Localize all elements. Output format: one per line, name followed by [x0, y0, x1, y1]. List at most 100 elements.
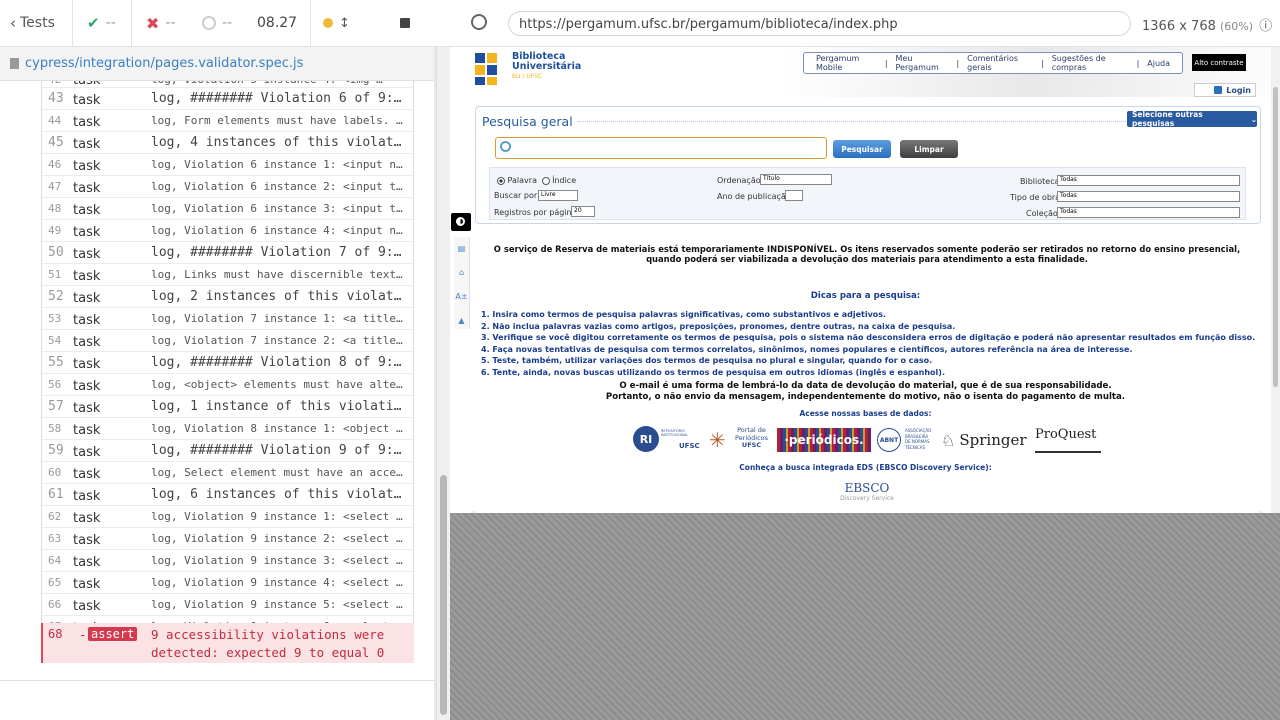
tipo-select[interactable]: Todas [1057, 191, 1240, 202]
log-row[interactable]: 56 task log, <object> elements must have a… [42, 374, 413, 396]
auto-scroll-toggle[interactable]: ↕ [311, 0, 360, 47]
log-row[interactable]: 54 task log, Violation 7 instance 2: <a ti… [42, 330, 413, 352]
log-row[interactable]: 61 task log, 6 instances of this violation… [42, 484, 413, 506]
log-row[interactable]: 50 task log, ######## Violation 7 of 9: 'l… [42, 242, 413, 264]
radio-index[interactable] [541, 176, 550, 185]
search-button[interactable]: Pesquisar [833, 140, 891, 158]
log-row[interactable]: 53 task log, Violation 7 instance 1: <a ti… [42, 308, 413, 330]
other-searches-dropdown[interactable]: Selecione outras pesquisas ⌄ [1127, 110, 1257, 128]
tips-list: 1. Insira como termos de pesquisa palavr… [481, 309, 1261, 378]
search-input[interactable] [495, 137, 827, 159]
log-row-number: 48 [48, 202, 62, 215]
colecao-label: Coleção: [1026, 209, 1061, 218]
arrow-up-icon[interactable]: ▲ [454, 309, 469, 333]
log-row[interactable]: 47 task log, Violation 6 instance 2: <inpu… [42, 176, 413, 198]
log-row-number: 61 [48, 487, 64, 502]
log-row-command: task [73, 555, 101, 570]
login-link[interactable]: Login [1194, 83, 1256, 97]
high-contrast-button[interactable]: Alto contraste [1192, 54, 1246, 71]
crosshair-icon[interactable] [471, 14, 487, 30]
log-row-number: 54 [48, 334, 62, 347]
log-row-message: log, ######## Violation 9 of 9: 's… [151, 443, 409, 458]
log-row[interactable]: 63 task log, Violation 9 instance 2: <sele… [42, 528, 413, 550]
log-row-number: 58 [48, 422, 62, 435]
log-row[interactable]: 59 task log, ######## Violation 9 of 9: 's… [42, 440, 413, 462]
log-row-command: task [73, 357, 101, 372]
log-row-number: 62 [48, 510, 62, 523]
tests-label: Tests [20, 15, 55, 31]
log-row-message: log, Violation 6 instance 4: <input name… [151, 224, 409, 237]
log-row[interactable]: 52 task log, 2 instances of this violation… [42, 286, 413, 308]
radio-word[interactable] [497, 176, 505, 185]
assert-badge: assert [88, 627, 138, 641]
assert-row[interactable]: 68 - assert 9 accessibility violations w… [41, 623, 414, 663]
tests-nav-button[interactable]: ‹ Tests [0, 0, 73, 47]
log-row-message: log, Violation 9 instance 3: <select nam… [151, 554, 409, 567]
log-row[interactable]: 66 task log, Violation 9 instance 5: <sele… [42, 594, 413, 616]
log-row[interactable]: 51 task log, Links must have discernible t… [42, 264, 413, 286]
clear-button[interactable]: Limpar [900, 140, 958, 158]
ri-ufsc-logo[interactable]: RI REPOSITÓRIO INSTITUCIONAL UFSC [633, 426, 701, 452]
contrast-toggle-icon[interactable] [451, 213, 471, 231]
print-icon[interactable]: ▤ [454, 237, 469, 261]
ano-input[interactable] [785, 190, 803, 201]
biblioteca-label: Biblioteca: [1020, 177, 1063, 186]
log-row-message: log, Violation 9 instance 1: <select nam… [151, 510, 409, 523]
log-row[interactable]: 58 task log, Violation 8 instance 1: <obje… [42, 418, 413, 440]
command-log-scrollbar[interactable] [436, 47, 450, 720]
log-row-message: log, 1 instance of this violation: [151, 399, 409, 414]
proquest-logo[interactable]: ProQuest [1035, 427, 1101, 453]
home-icon[interactable]: ⌂ [454, 261, 469, 285]
runner-header: ‹ Tests ✔ -- ✖ -- -- 08.27 ↕ [0, 0, 450, 47]
scrollbar-thumb[interactable] [440, 475, 447, 715]
log-row-command: task [73, 93, 101, 108]
duration: 08.27 [249, 0, 311, 47]
log-row[interactable]: 43 task log, ######## Violation 6 of 9: 'l… [42, 88, 413, 110]
registros-select[interactable]: 20 [571, 206, 595, 217]
nav-link[interactable]: Comentários gerais [967, 54, 1033, 72]
periodicos-capes-logo[interactable]: ·periódicos. [777, 428, 871, 452]
abnt-logo[interactable]: ABNT ASSOCIAÇÃO BRASILEIRA DE NORMAS TÉC… [877, 427, 937, 453]
nav-link[interactable]: Sugestões de compras [1052, 54, 1129, 72]
nav-link[interactable]: Meu Pergamum [896, 54, 949, 72]
biblioteca-select[interactable]: Todas [1057, 175, 1240, 186]
log-row-command: task [73, 577, 101, 592]
log-row-command: task [73, 511, 101, 526]
colecao-select[interactable]: Todas [1057, 207, 1240, 218]
log-row-number: 64 [48, 554, 62, 567]
log-row-message: log, Form elements must have labels. Ace… [151, 114, 409, 127]
spec-path-link[interactable]: cypress/integration/pages.validator.spec… [25, 56, 303, 71]
nav-link[interactable]: Ajuda [1147, 59, 1170, 68]
aut-scrollbar-thumb[interactable] [1273, 87, 1278, 387]
log-row[interactable]: 44 task log, Form elements must have label… [42, 110, 413, 132]
log-row-message: log, Violation 7 instance 2: <a title=""… [151, 334, 409, 347]
log-row[interactable]: 49 task log, Violation 6 instance 4: <inpu… [42, 220, 413, 242]
portal-periodicos-logo[interactable]: ✳ Portal de Periódicos UFSC [709, 426, 773, 452]
log-row[interactable]: 45 task log, 4 instances of this violation… [42, 132, 413, 154]
buscar-select[interactable]: Livre [538, 190, 578, 201]
info-icon[interactable]: ⓘ [1259, 19, 1272, 34]
log-row[interactable]: 55 task log, ######## Violation 8 of 9: 'o… [42, 352, 413, 374]
log-row[interactable]: 62 task log, Violation 9 instance 1: <sele… [42, 506, 413, 528]
stop-button[interactable] [360, 0, 450, 47]
nav-link[interactable]: Pergamum Mobile [816, 54, 877, 72]
ebsco-logo[interactable]: EBSCO Discovery Service [835, 481, 899, 507]
ordenacao-select[interactable]: Título [760, 174, 832, 185]
aut-scrollbar[interactable] [1271, 47, 1280, 513]
log-row[interactable]: 60 task log, Select element must have an a… [42, 462, 413, 484]
log-row[interactable]: 46 task log, Violation 6 instance 1: <inpu… [42, 154, 413, 176]
log-row-message: log, <object> elements must have alterna… [151, 378, 409, 391]
url-bar[interactable]: https://pergamum.ufsc.br/pergamum/biblio… [508, 11, 1131, 36]
log-row[interactable]: 65 task log, Violation 9 instance 4: <sele… [42, 572, 413, 594]
log-row-command: task [73, 467, 101, 482]
log-row[interactable]: 42 task log, Violation 5 instance 4: <img … [42, 81, 413, 88]
log-row-number: 42 [48, 81, 61, 86]
chevron-down-icon: ⌄ [1250, 114, 1257, 124]
log-row[interactable]: 57 task log, 1 instance of this violation: [42, 396, 413, 418]
log-row-message: log, ######## Violation 7 of 9: 'l… [151, 245, 409, 260]
log-row[interactable]: 48 task log, Violation 6 instance 3: <inpu… [42, 198, 413, 220]
log-row-number: 46 [48, 158, 62, 171]
log-row[interactable]: 64 task log, Violation 9 instance 3: <sele… [42, 550, 413, 572]
springer-logo[interactable]: ♘ Springer [941, 427, 1031, 453]
log-row-number: 44 [48, 114, 62, 127]
